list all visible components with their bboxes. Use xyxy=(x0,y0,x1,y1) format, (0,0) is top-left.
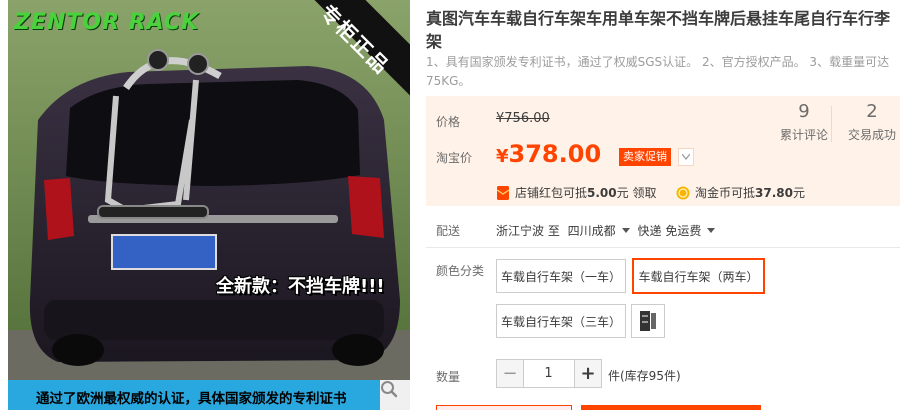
taobao-price-label: 淘宝价 xyxy=(436,151,473,165)
sku-option-three-bike[interactable]: 车载自行车架（三车） xyxy=(496,304,626,338)
chevron-down-icon[interactable] xyxy=(678,148,694,166)
gold-coin-coupon[interactable]: 淘金币可抵 37.80 元 xyxy=(676,184,805,201)
gold-coin-post: 元 xyxy=(792,186,805,200)
stat-divider xyxy=(831,106,832,142)
deal-count: 2 xyxy=(866,101,878,122)
product-info-panel: 真图汽车车载自行车架车用单车架不挡车牌后悬挂车尾自行车行李架 1、具有国家颁发专… xyxy=(426,0,900,410)
product-subtitle: 1、具有国家颁发专利证书，通过了权威SGS认证。 2、官方授权产品。 3、载重量… xyxy=(426,55,890,88)
shipping-label: 配送 xyxy=(436,224,461,238)
bike-rack-thumbnail-icon xyxy=(640,311,656,331)
shipping-method[interactable]: 快递 免运费 xyxy=(638,224,702,238)
quantity-input[interactable]: 1 xyxy=(523,359,574,388)
sku-option-two-bike[interactable]: 车载自行车架（两车） xyxy=(632,258,765,294)
divider xyxy=(426,247,900,248)
sale-price-amount: 378.00 xyxy=(508,140,602,168)
new-model-overlay: 全新款：不挡车牌!!! xyxy=(216,276,385,297)
gold-coin-pre: 淘金币可抵 xyxy=(695,186,756,200)
shop-coupon[interactable]: 店铺红包可抵 5.00 元 领取 xyxy=(496,184,656,201)
price-label: 价格 xyxy=(436,115,461,129)
gold-coin-value: 37.80 xyxy=(755,185,793,200)
deal-count-label: 交易成功 xyxy=(847,128,896,142)
caret-down-icon[interactable] xyxy=(621,228,630,233)
add-to-cart-button[interactable] xyxy=(581,405,761,410)
deal-count-stat[interactable]: 2 交易成功 xyxy=(840,102,900,143)
caret-down-icon[interactable] xyxy=(707,228,716,233)
shop-coupon-post: 元 领取 xyxy=(616,186,657,200)
review-count: 9 xyxy=(798,101,810,122)
review-count-label: 累计评论 xyxy=(779,128,828,142)
brand-logo: ZENTOR RACK xyxy=(14,10,200,35)
product-main-image[interactable]: ZENTOR RACK 专柜正品 全新款：不挡车牌!!! 通过了欧洲最权威的认证… xyxy=(8,0,410,410)
sale-price-currency: ¥ xyxy=(496,146,509,167)
seller-promo-tag[interactable]: 卖家促销 xyxy=(619,148,671,166)
sku-option-one-bike[interactable]: 车载自行车架（一车） xyxy=(496,259,626,293)
price-box: 价格 ¥756.00 9 累计评论 2 交易成功 淘宝价 ¥378.00 卖家促… xyxy=(426,96,900,206)
shipping-destination[interactable]: 四川成都 xyxy=(568,224,616,238)
quantity-decrease-button[interactable]: − xyxy=(496,359,524,388)
magnifier-icon[interactable] xyxy=(380,380,410,410)
original-price: ¥756.00 xyxy=(496,111,550,126)
quantity-increase-button[interactable]: + xyxy=(574,359,602,388)
shipping-from: 浙江宁波 至 xyxy=(496,224,560,238)
shop-coupon-pre: 店铺红包可抵 xyxy=(515,186,588,200)
shop-coupon-value: 5.00 xyxy=(587,185,617,200)
red-envelope-icon xyxy=(496,185,510,200)
buy-now-button[interactable] xyxy=(436,405,572,410)
sku-option-thumbnail[interactable] xyxy=(631,304,665,338)
shipping-info: 浙江宁波 至 四川成都 快递 免运费 xyxy=(496,222,719,239)
image-caption-bar: 通过了欧洲最权威的认证，具体国家颁发的专利证书 xyxy=(8,380,410,410)
product-photo xyxy=(8,0,410,410)
quantity-label: 数量 xyxy=(436,370,461,384)
product-title: 真图汽车车载自行车架车用单车架不挡车牌后悬挂车尾自行车行李架 xyxy=(426,9,891,51)
review-count-stat[interactable]: 9 累计评论 xyxy=(772,102,836,143)
sale-price: ¥378.00 xyxy=(496,140,601,168)
stock-info: 件(库存95件) xyxy=(608,369,681,383)
gold-coin-icon xyxy=(676,186,690,199)
color-category-label: 颜色分类 xyxy=(436,264,485,278)
